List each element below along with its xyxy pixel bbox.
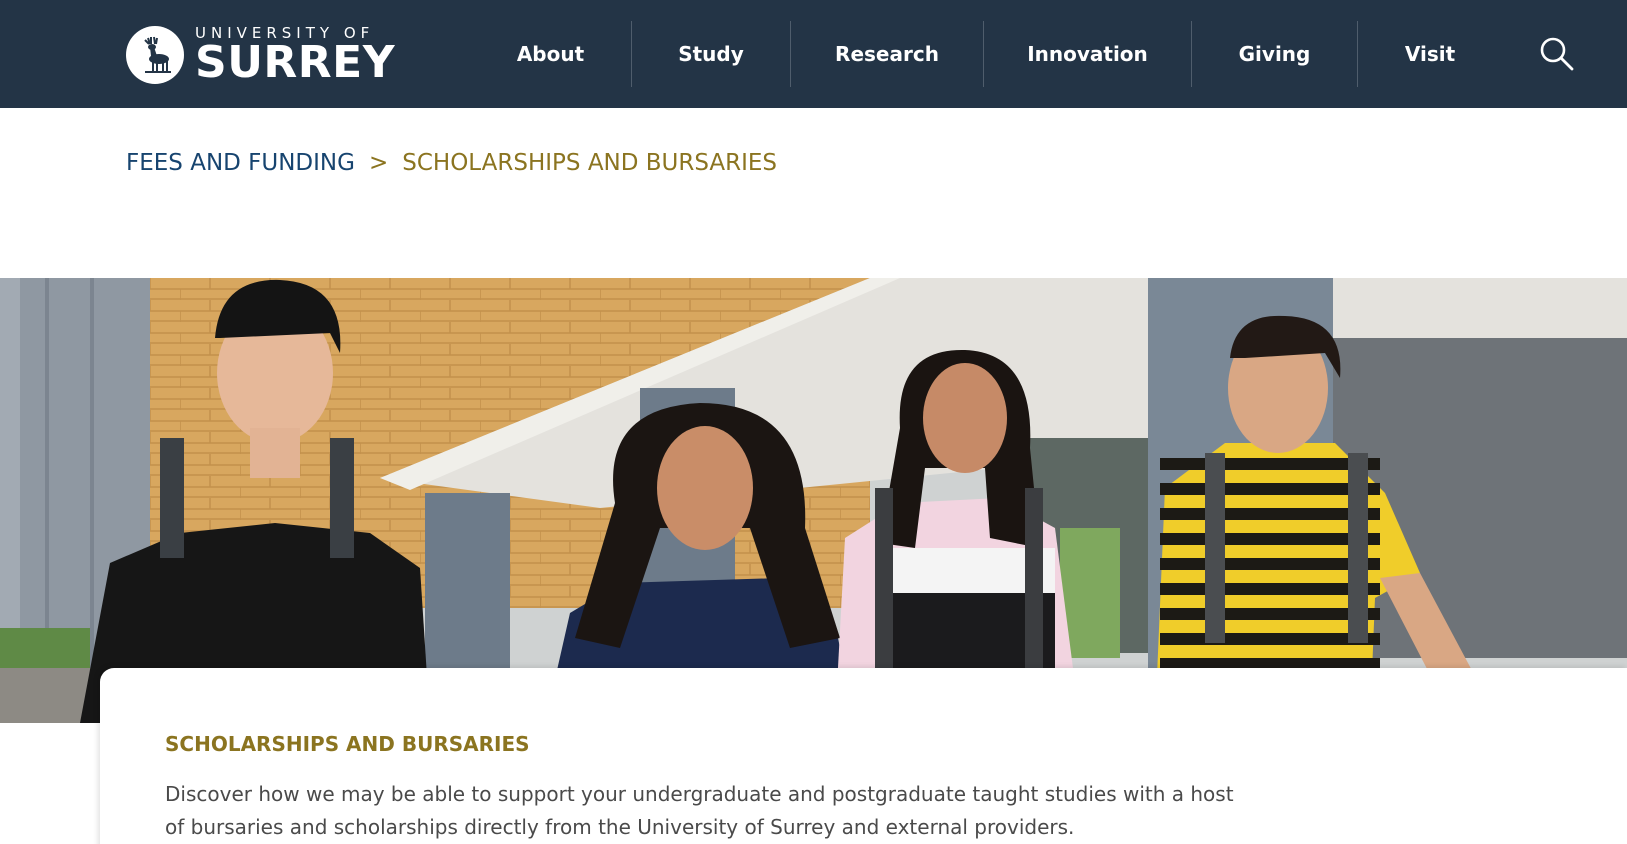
- nav-item-visit[interactable]: Visit: [1358, 21, 1502, 87]
- hero-students-photo: [0, 278, 1627, 723]
- site-header: UNIVERSITY OF SURREY About Study Researc…: [0, 0, 1627, 108]
- logo-line-surrey: SURREY: [195, 37, 396, 88]
- hero-image: [0, 278, 1627, 723]
- search-icon: [1540, 37, 1574, 71]
- nav-item-study[interactable]: Study: [632, 21, 791, 87]
- main-nav: About Study Research Innovation Giving V…: [470, 21, 1502, 87]
- intro-card: SCHOLARSHIPS AND BURSARIES Discover how …: [100, 668, 1627, 844]
- breadcrumb-current: SCHOLARSHIPS AND BURSARIES: [402, 150, 778, 176]
- breadcrumb: FEES AND FUNDING > SCHOLARSHIPS AND BURS…: [126, 150, 777, 176]
- nav-item-research[interactable]: Research: [791, 21, 984, 87]
- stag-emblem-icon: [126, 26, 184, 84]
- section-heading: SCHOLARSHIPS AND BURSARIES: [165, 732, 530, 756]
- breadcrumb-separator: >: [368, 150, 389, 176]
- breadcrumb-link-fees-and-funding[interactable]: FEES AND FUNDING: [126, 150, 355, 176]
- nav-item-about[interactable]: About: [470, 21, 632, 87]
- logo-wordmark: UNIVERSITY OF SURREY: [195, 25, 395, 85]
- nav-item-innovation[interactable]: Innovation: [984, 21, 1192, 87]
- nav-item-giving[interactable]: Giving: [1192, 21, 1358, 87]
- university-logo[interactable]: UNIVERSITY OF SURREY: [126, 24, 395, 86]
- intro-paragraph: Discover how we may be able to support y…: [165, 782, 1234, 839]
- search-button[interactable]: [1538, 36, 1576, 74]
